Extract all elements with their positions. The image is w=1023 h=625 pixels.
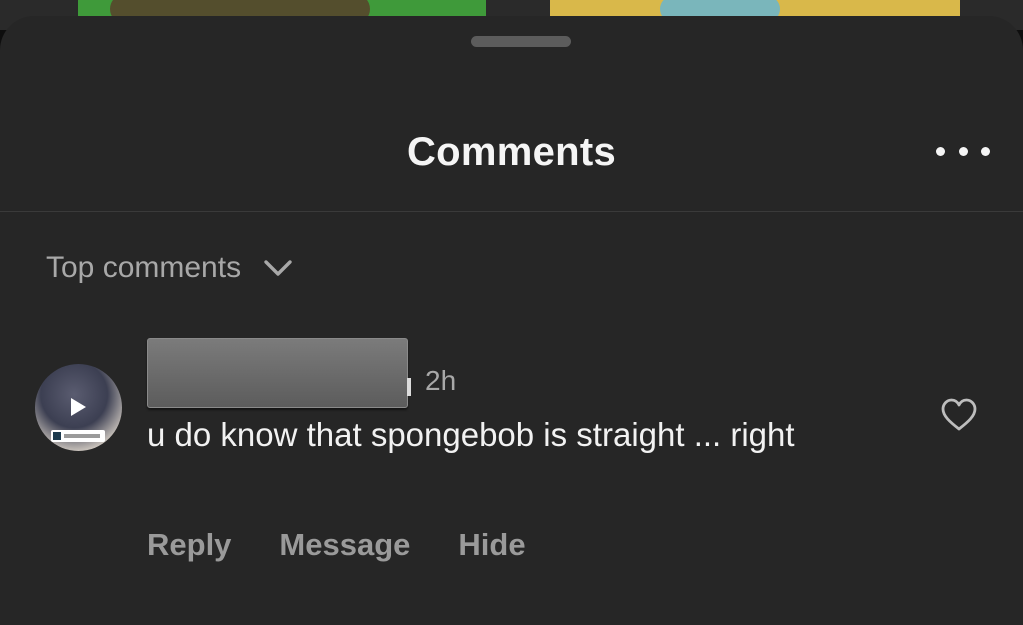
sort-dropdown[interactable]: Top comments bbox=[46, 246, 293, 290]
more-dot bbox=[958, 146, 968, 156]
commenter-avatar[interactable] bbox=[35, 364, 122, 451]
username-visible-fragment bbox=[407, 378, 411, 396]
more-dot bbox=[981, 146, 990, 156]
chevron-down-icon bbox=[264, 260, 292, 276]
sheet-drag-handle[interactable] bbox=[471, 36, 571, 47]
hide-button[interactable]: Hide bbox=[458, 523, 525, 567]
avatar-caption-sticker bbox=[51, 430, 105, 442]
more-options-icon[interactable] bbox=[936, 136, 990, 166]
more-dot bbox=[936, 146, 945, 156]
header-divider bbox=[0, 211, 1023, 212]
reply-button[interactable]: Reply bbox=[147, 523, 231, 567]
comment-actions: Reply Message Hide bbox=[147, 523, 526, 567]
username-redacted[interactable] bbox=[147, 338, 408, 408]
play-icon bbox=[71, 398, 86, 416]
sheet-title: Comments bbox=[406, 130, 617, 174]
sort-label: Top comments bbox=[46, 251, 242, 284]
comment-text: u do know that spongebob is straight ...… bbox=[147, 416, 795, 453]
message-button[interactable]: Message bbox=[279, 523, 410, 567]
comment-timestamp: 2h bbox=[425, 365, 457, 396]
heart-outline-icon[interactable] bbox=[941, 398, 977, 432]
